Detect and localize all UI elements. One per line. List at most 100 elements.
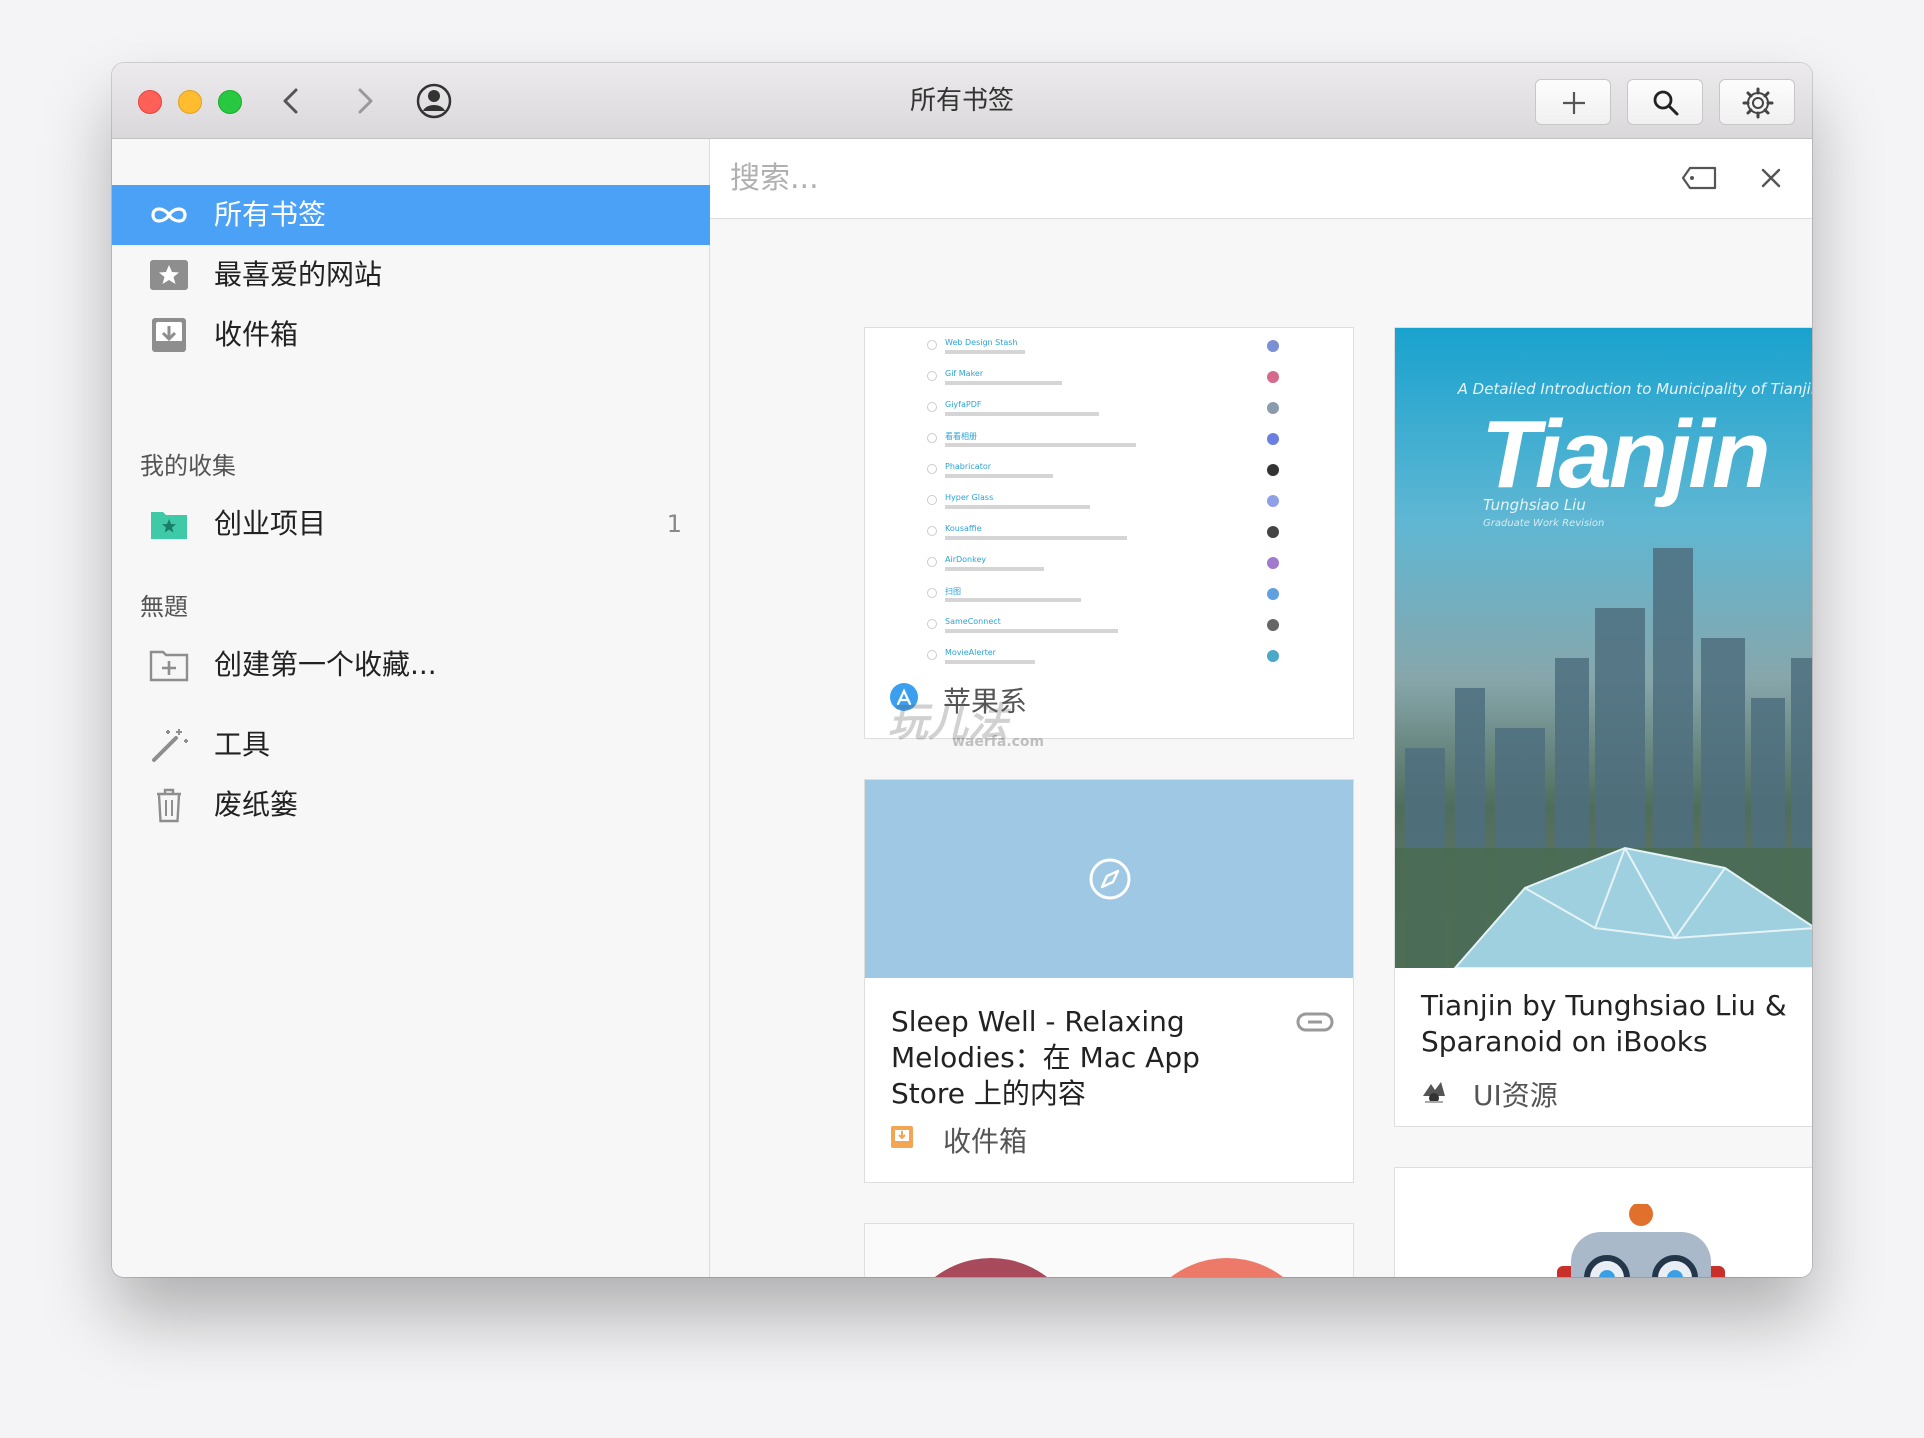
thumbnail-list-row: GiyfaPDF — [927, 400, 1327, 426]
row-avatar-icon — [1267, 495, 1279, 507]
sidebar-item-label: 收件箱 — [214, 318, 299, 351]
row-avatar-icon — [1267, 526, 1279, 538]
row-description — [945, 381, 1062, 385]
row-title: 看看相册 — [945, 432, 977, 441]
titlebar: 所有书签 — [112, 63, 1812, 139]
row-title: 扫图 — [945, 587, 961, 596]
search-bar — [710, 139, 1812, 219]
bookmark-thumbnail — [1395, 1168, 1812, 1277]
row-vote-icon — [927, 650, 937, 660]
row-description — [945, 505, 1090, 509]
sidebar-item-trash[interactable]: 废纸篓 — [112, 775, 710, 835]
row-title: Phabricator — [945, 462, 992, 471]
thumbnail-list-row: MovieAlerter — [927, 648, 1327, 674]
sidebar-item-collection[interactable]: 创业项目 1 — [112, 494, 710, 554]
thumbnail-list-row: 看看相册 — [927, 431, 1327, 457]
close-icon — [1761, 168, 1781, 188]
row-vote-icon — [927, 464, 937, 474]
folder-plus-icon — [149, 650, 189, 682]
tag-filter-button[interactable] — [1680, 163, 1720, 193]
bookmark-title: Sleep Well - Relaxing Melodies：在 Mac App… — [891, 1005, 1200, 1110]
plus-icon — [1563, 92, 1585, 114]
bookmark-thumbnail: Web Design Stash Gif Maker GiyfaPDF 看看相册 Pha… — [865, 328, 1353, 668]
row-description — [945, 443, 1136, 447]
row-avatar-icon — [1267, 340, 1279, 352]
untitled-section-title: 無題 — [140, 593, 188, 621]
bookmark-card[interactable]: A Detailed Introduction to Municipality … — [1394, 327, 1812, 1127]
sidebar-item-label: 废纸篓 — [214, 788, 299, 821]
circle-shape — [899, 1258, 1083, 1277]
sidebar-item-label: 最喜爱的网站 — [214, 258, 383, 291]
row-title: GiyfaPDF — [945, 400, 982, 409]
star-icon — [150, 260, 188, 290]
compass-icon — [1089, 858, 1131, 900]
sidebar-item-label: 所有书签 — [214, 198, 327, 231]
row-avatar-icon — [1267, 464, 1279, 476]
sidebar-item-inbox[interactable]: 收件箱 — [112, 305, 710, 365]
folder-star-icon — [151, 512, 187, 539]
row-vote-icon — [927, 526, 937, 536]
link-icon[interactable] — [1295, 1010, 1335, 1034]
row-title: Kousaffie — [945, 524, 982, 533]
row-description — [945, 412, 1099, 416]
search-button[interactable] — [1627, 79, 1703, 125]
sidebar-item-label: 创建第一个收藏... — [214, 648, 437, 681]
row-description — [945, 567, 1044, 571]
row-title: MovieAlerter — [945, 648, 996, 657]
bookmark-collection: UI资源 — [1473, 1079, 1558, 1112]
sidebar-item-label: 工具 — [214, 728, 271, 761]
row-vote-icon — [927, 433, 937, 443]
bookmark-thumbnail — [865, 1224, 1353, 1277]
gear-icon — [1742, 87, 1774, 119]
row-avatar-icon — [1267, 619, 1279, 631]
thumbnail-list-row: SameConnect — [927, 617, 1327, 643]
row-description — [945, 350, 1025, 354]
row-title: Web Design Stash — [945, 338, 1018, 347]
bookmark-title: Tianjin by Tunghsiao Liu & Sparanoid on … — [1421, 989, 1787, 1058]
row-description — [945, 536, 1127, 540]
watermark: 玩儿法 waerfa.com — [888, 700, 1045, 750]
create-collection-button[interactable]: 创建第一个收藏... — [112, 635, 710, 695]
close-search-button[interactable] — [1754, 161, 1788, 195]
cover-note: Graduate Work Revision — [1483, 518, 1605, 529]
row-avatar-icon — [1267, 433, 1279, 445]
row-avatar-icon — [1267, 402, 1279, 414]
robot-icon — [1557, 1204, 1725, 1277]
collection-count: 1 — [666, 510, 682, 538]
bookmark-card[interactable]: Sleep Well - Relaxing Melodies：在 Mac App… — [864, 779, 1354, 1183]
row-title: Gif Maker — [945, 369, 984, 378]
settings-button[interactable] — [1719, 79, 1795, 125]
inbox-icon — [152, 318, 186, 352]
bookmark-card[interactable] — [1394, 1167, 1812, 1277]
row-title: SameConnect — [945, 617, 1001, 626]
row-description — [945, 474, 1053, 478]
thumbnail-list-row: 扫图 — [927, 586, 1327, 612]
sidebar-item-tools[interactable]: 工具 — [112, 715, 710, 775]
row-vote-icon — [927, 588, 937, 598]
row-vote-icon — [927, 340, 937, 350]
sidebar: 所有书签 最喜爱的网站 收件箱 我的收集 创业项目 1 無題 创建第一个收藏..… — [112, 139, 710, 1277]
bookmark-card[interactable]: Web Design Stash Gif Maker GiyfaPDF 看看相册 Pha… — [864, 327, 1354, 739]
tag-icon — [1681, 166, 1717, 190]
row-avatar-icon — [1267, 557, 1279, 569]
cover-title: Tianjin — [1481, 401, 1771, 508]
circle-shape — [1135, 1258, 1319, 1277]
ui-resource-icon — [1423, 1082, 1445, 1103]
add-bookmark-button[interactable] — [1535, 79, 1611, 125]
bookmark-thumbnail — [865, 780, 1353, 978]
city-skyline-image — [1395, 548, 1812, 968]
thumbnail-list-row: Phabricator — [927, 462, 1327, 488]
sidebar-item-favorites[interactable]: 最喜爱的网站 — [112, 245, 710, 305]
cover-subtitle: A Detailed Introduction to Municipality … — [1457, 380, 1812, 398]
thumbnail-list-row: AirDonkey — [927, 555, 1327, 581]
trash-icon — [157, 788, 181, 823]
bookmark-card[interactable] — [864, 1223, 1354, 1277]
book-cover: A Detailed Introduction to Municipality … — [1395, 328, 1812, 968]
sidebar-item-all-bookmarks[interactable]: 所有书签 — [112, 185, 710, 245]
inbox-icon — [891, 1126, 913, 1148]
row-vote-icon — [927, 371, 937, 381]
thumbnail-list-row: Web Design Stash — [927, 338, 1327, 364]
search-input[interactable] — [730, 153, 1610, 203]
row-avatar-icon — [1267, 371, 1279, 383]
row-vote-icon — [927, 619, 937, 629]
